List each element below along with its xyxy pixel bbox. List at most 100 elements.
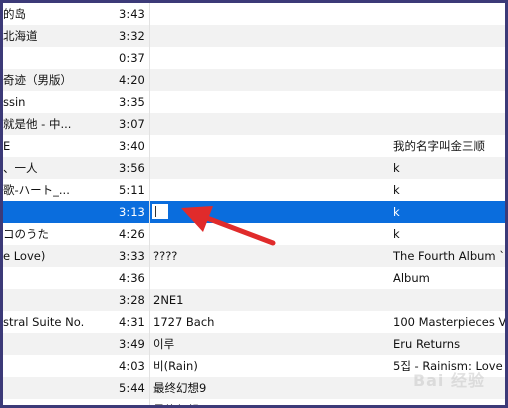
table-row[interactable]: E 3:40 我的名字叫金三顺 (3, 135, 505, 157)
artist-cell: 2NE1 (153, 293, 184, 307)
duration-cell: 5:11 (119, 183, 145, 197)
album-cell: BoxUp Music (393, 399, 505, 405)
text-caret (155, 206, 156, 217)
song-name-cell: 歌-ハート_... (3, 183, 70, 197)
duration-cell: 4:26 (119, 227, 145, 241)
album-cell: k (393, 205, 400, 219)
song-name-cell: e Love) (3, 249, 46, 263)
artist-cell (153, 3, 383, 25)
song-name-cell (3, 333, 111, 355)
song-name-cell: 、一人 (3, 161, 38, 175)
song-name-cell: 的岛 (3, 7, 26, 21)
duration-cell: 3:40 (119, 139, 145, 153)
album-cell (393, 3, 505, 25)
artist-cell: 이루 (153, 337, 175, 351)
album-cell: 我的名字叫金三顺 (393, 139, 485, 153)
duration-cell: 4:03 (119, 359, 145, 373)
album-cell: The Fourth Album `M (393, 249, 505, 263)
album-cell: 5집 - Rainism: Love S (393, 359, 505, 373)
table-row[interactable]: 5:43 最终幻想8 BoxUp Music (3, 399, 505, 405)
duration-cell: 4:31 (119, 315, 145, 329)
album-cell (393, 377, 505, 399)
table-row[interactable]: 0:37 (3, 47, 505, 69)
song-name-cell (3, 377, 111, 399)
album-cell: k (393, 227, 400, 241)
artist-cell (153, 157, 383, 179)
duration-cell: 4:20 (119, 73, 145, 87)
duration-cell: 3:35 (119, 95, 145, 109)
table-row[interactable]: 5:44 最终幻想9 (3, 377, 505, 399)
artist-cell (153, 135, 383, 157)
artist-cell (153, 179, 383, 201)
duration-cell: 3:49 (119, 337, 145, 351)
inline-edit-field[interactable] (152, 204, 168, 219)
artist-cell (153, 201, 383, 223)
table-row[interactable]: 3:49 이루 Eru Returns (3, 333, 505, 355)
album-cell (393, 113, 505, 135)
album-cell: k (393, 161, 400, 175)
table-row-selected[interactable]: 3:13 k (3, 201, 505, 223)
artist-cell: ???? (153, 249, 178, 263)
artist-cell: 비(Rain) (153, 359, 198, 373)
album-cell: 100 Masterpieces Vol (393, 315, 505, 329)
artist-cell: 最终幻想8 (153, 399, 383, 405)
song-name-cell (3, 267, 111, 289)
album-cell: Album (393, 271, 430, 285)
table-row[interactable]: 3:28 2NE1 (3, 289, 505, 311)
song-name-cell (3, 201, 111, 223)
duration-cell: 3:28 (119, 293, 145, 307)
artist-cell (153, 267, 383, 289)
song-name-cell: E (3, 139, 11, 153)
duration-cell: 5:44 (119, 381, 145, 395)
song-name-cell (3, 289, 111, 311)
table-row[interactable]: 4:36 Album (3, 267, 505, 289)
artist-cell (153, 113, 383, 135)
table-row[interactable]: ssin 3:35 (3, 91, 505, 113)
table-row[interactable]: 就是他 - 中... 3:07 (3, 113, 505, 135)
song-name-cell: stral Suite No. (3, 315, 85, 329)
song-name-cell (3, 47, 111, 69)
table-row[interactable]: e Love) 3:33???? The Fourth Album `M (3, 245, 505, 267)
table-row[interactable]: コのうた 4:26 k (3, 223, 505, 245)
table-row[interactable]: 歌-ハート_... 5:11 k (3, 179, 505, 201)
duration-cell: 3:13 (119, 205, 145, 219)
duration-cell: 3:43 (119, 7, 145, 21)
song-name-cell (3, 355, 111, 377)
song-name-cell: 就是他 - 中... (3, 117, 72, 131)
album-cell (393, 289, 505, 311)
album-cell (393, 69, 505, 91)
artist-cell (153, 91, 383, 113)
duration-cell: 3:07 (119, 117, 145, 131)
album-cell (393, 25, 505, 47)
duration-cell: 5:43 (119, 399, 149, 405)
artist-cell (153, 223, 383, 245)
duration-cell: 0:37 (119, 51, 145, 65)
album-cell (393, 47, 505, 69)
song-name-cell: 奇迹（男版） (3, 73, 72, 87)
song-name-cell (3, 399, 111, 405)
duration-cell: 3:56 (119, 161, 145, 175)
song-name-cell: ssin (3, 95, 26, 109)
album-cell (393, 91, 505, 113)
column-divider (149, 3, 150, 405)
duration-cell: 4:36 (119, 271, 145, 285)
table-row[interactable]: stral Suite No. 4:31 1727 Bach 100 Masterpi… (3, 311, 505, 333)
artist-cell (153, 69, 383, 91)
duration-cell: 3:33 (119, 249, 145, 263)
duration-cell: 3:32 (119, 29, 145, 43)
artist-cell (153, 25, 383, 47)
table-row[interactable]: 的岛 3:43 (3, 3, 505, 25)
table-row[interactable]: 北海道 3:32 (3, 25, 505, 47)
table-row[interactable]: 、一人 3:56 k (3, 157, 505, 179)
album-cell: Eru Returns (393, 337, 461, 351)
table-row[interactable]: 4:03 비(Rain) 5집 - Rainism: Love S (3, 355, 505, 377)
song-name-cell: コのうた (3, 227, 49, 241)
album-cell: k (393, 183, 400, 197)
artist-cell: 1727 Bach (153, 315, 215, 329)
song-name-cell: 北海道 (3, 29, 38, 43)
song-list: 的岛 3:43 北海道 3:32 0:37 奇迹（男版） 4:20 ssin 3:35 就是他 -… (3, 3, 505, 405)
table-row[interactable]: 奇迹（男版） 4:20 (3, 69, 505, 91)
artist-cell (153, 47, 383, 69)
artist-cell: 最终幻想9 (153, 381, 207, 395)
song-list-window: 的岛 3:43 北海道 3:32 0:37 奇迹（男版） 4:20 ssin 3:35 就是他 -… (0, 0, 508, 408)
